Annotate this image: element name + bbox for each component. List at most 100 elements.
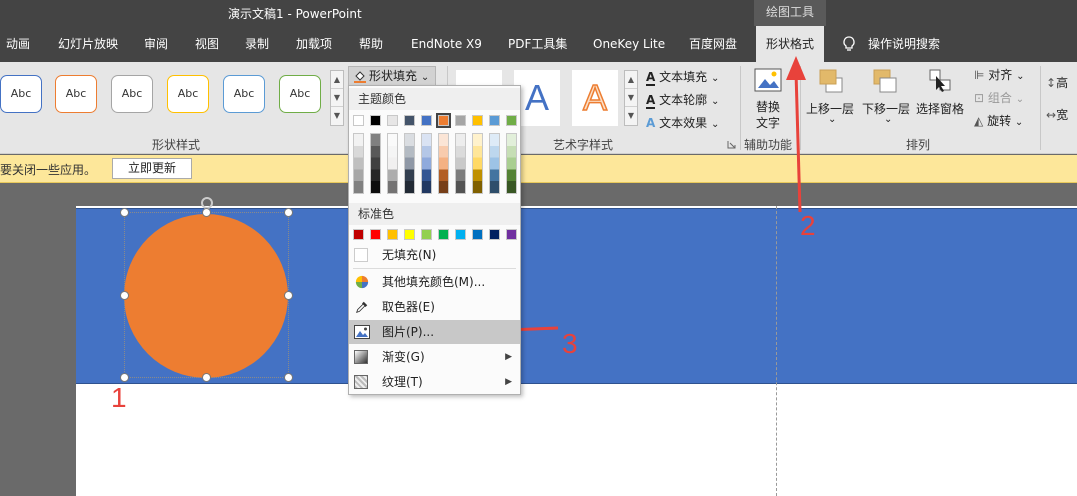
theme-color-shade-column[interactable] (506, 133, 517, 194)
group-button[interactable]: ⊡ 组合 ⌄ (974, 89, 1024, 106)
shape-fill-label: 形状填充 (369, 69, 418, 83)
theme-color-shade-column[interactable] (353, 133, 364, 194)
tab-view[interactable]: 视图 (195, 26, 219, 62)
standard-color-swatch[interactable] (489, 229, 500, 240)
gradient-option[interactable]: 渐变(G) ▶ (349, 345, 520, 369)
shape-style-gold[interactable]: Abc (167, 75, 209, 113)
accessibility-group-label: 辅助功能 (744, 138, 793, 152)
resize-handle-se[interactable] (284, 373, 293, 382)
shape-style-blue[interactable]: Abc (0, 75, 42, 113)
tab-pdf-tools[interactable]: PDF工具集 (508, 26, 567, 62)
theme-color-swatch[interactable] (506, 115, 517, 126)
text-fill-button[interactable]: A 文本填充 ⌄ (646, 68, 719, 86)
standard-color-swatch[interactable] (370, 229, 381, 240)
tell-me-search[interactable]: 操作说明搜索 (868, 26, 940, 62)
drawing-tools-context-label: 绘图工具 (754, 0, 826, 26)
rotate-button[interactable]: ◭ 旋转 ⌄ (974, 112, 1023, 129)
resize-handle-nw[interactable] (120, 208, 129, 217)
tab-help[interactable]: 帮助 (359, 26, 383, 62)
send-backward-button[interactable]: 下移一层 ⌄ (862, 68, 914, 132)
shape-style-green[interactable]: Abc (279, 75, 321, 113)
theme-color-swatch[interactable] (472, 115, 483, 126)
text-effects-button[interactable]: A 文本效果 ⌄ (646, 114, 719, 131)
theme-color-swatch[interactable] (387, 115, 398, 126)
bring-forward-icon (819, 69, 843, 93)
group-icon: ⊡ (974, 91, 985, 105)
width-icon: ↔ (1046, 108, 1057, 122)
eyedropper-option[interactable]: 取色器(E) (349, 295, 520, 319)
lightbulb-icon (843, 36, 855, 51)
align-button[interactable]: ⊫ 对齐 ⌄ (974, 66, 1025, 83)
shape-style-gallery-scroll[interactable]: ▲ ▼ ▼ (330, 70, 344, 126)
tab-record[interactable]: 录制 (245, 26, 269, 62)
selection-pane-button[interactable]: 选择窗格 (916, 68, 968, 132)
theme-color-swatch[interactable] (421, 115, 432, 126)
standard-color-swatch[interactable] (438, 229, 449, 240)
selection-box (124, 212, 289, 378)
picture-fill-option[interactable]: 图片(P)... (349, 320, 520, 344)
update-now-button[interactable]: 立即更新 (112, 158, 192, 179)
no-fill-option[interactable]: 无填充(N) (349, 243, 520, 267)
resize-handle-e[interactable] (284, 291, 293, 300)
shape-fill-button[interactable]: 形状填充 ⌄ (348, 66, 437, 86)
theme-color-swatch[interactable] (436, 113, 451, 128)
theme-color-shade-column[interactable] (472, 133, 483, 194)
title-bar: 演示文稿1 - PowerPoint 绘图工具 (0, 0, 1077, 26)
theme-color-swatch[interactable] (404, 115, 415, 126)
scroll-up-icon[interactable]: ▲ (625, 71, 637, 89)
shape-style-gray[interactable]: Abc (111, 75, 153, 113)
color-wheel-icon (355, 275, 369, 289)
theme-color-shade-column[interactable] (387, 133, 398, 194)
tab-shape-format[interactable]: 形状格式 (756, 26, 825, 62)
scroll-down-icon[interactable]: ▼ (625, 89, 637, 107)
theme-color-shade-column[interactable] (455, 133, 466, 194)
standard-color-swatch[interactable] (387, 229, 398, 240)
theme-color-shade-column[interactable] (421, 133, 432, 194)
standard-color-swatch[interactable] (472, 229, 483, 240)
resize-handle-ne[interactable] (284, 208, 293, 217)
standard-color-swatch[interactable] (455, 229, 466, 240)
wordart-gallery-scroll[interactable]: ▲ ▼ ▼ (624, 70, 638, 126)
theme-color-swatch[interactable] (353, 115, 364, 126)
tab-addins[interactable]: 加载项 (296, 26, 332, 62)
theme-color-swatch[interactable] (489, 115, 500, 126)
bring-forward-button[interactable]: 上移一层 ⌄ (806, 68, 858, 132)
alt-text-button[interactable]: 替换 文字 (752, 68, 784, 132)
theme-color-swatch[interactable] (370, 115, 381, 126)
texture-option[interactable]: 纹理(T) ▶ (349, 370, 520, 394)
width-field[interactable]: ↔宽 (1046, 106, 1068, 123)
tab-baidu-netdisk[interactable]: 百度网盘 (689, 26, 737, 62)
texture-icon (354, 375, 368, 389)
arrange-group-label: 排列 (906, 138, 931, 152)
scroll-down-icon[interactable]: ▼ (331, 89, 343, 107)
scroll-up-icon[interactable]: ▲ (331, 71, 343, 89)
height-field[interactable]: ↕高 (1046, 74, 1068, 91)
tab-onekey-lite[interactable]: OneKey Lite (593, 26, 665, 62)
expand-gallery-icon[interactable]: ▼ (331, 107, 343, 125)
tab-review[interactable]: 审阅 (144, 26, 168, 62)
standard-color-swatch[interactable] (421, 229, 432, 240)
theme-color-shade-column[interactable] (404, 133, 415, 194)
wordart-style-orange-outline[interactable]: A (572, 70, 618, 126)
standard-color-swatch[interactable] (506, 229, 517, 240)
tab-endnote[interactable]: EndNote X9 (411, 26, 482, 62)
resize-handle-s[interactable] (202, 373, 211, 382)
theme-color-shade-column[interactable] (489, 133, 500, 194)
expand-gallery-icon[interactable]: ▼ (625, 107, 637, 125)
shape-style-light-blue[interactable]: Abc (223, 75, 265, 113)
tab-animations[interactable]: 动画 (6, 26, 30, 62)
resize-handle-w[interactable] (120, 291, 129, 300)
text-outline-icon: A (646, 93, 656, 109)
text-outline-button[interactable]: A 文本轮廓 ⌄ (646, 91, 719, 109)
standard-color-swatch[interactable] (404, 229, 415, 240)
tab-slideshow[interactable]: 幻灯片放映 (58, 26, 118, 62)
theme-color-swatch[interactable] (455, 115, 466, 126)
more-fill-colors-option[interactable]: 其他填充颜色(M)... (349, 270, 520, 294)
shape-style-orange[interactable]: Abc (55, 75, 97, 113)
theme-color-shade-column[interactable] (370, 133, 381, 194)
standard-color-swatch[interactable] (353, 229, 364, 240)
theme-color-shade-column[interactable] (438, 133, 449, 194)
resize-handle-sw[interactable] (120, 373, 129, 382)
dialog-launcher-icon[interactable] (727, 140, 736, 149)
resize-handle-n[interactable] (202, 208, 211, 217)
